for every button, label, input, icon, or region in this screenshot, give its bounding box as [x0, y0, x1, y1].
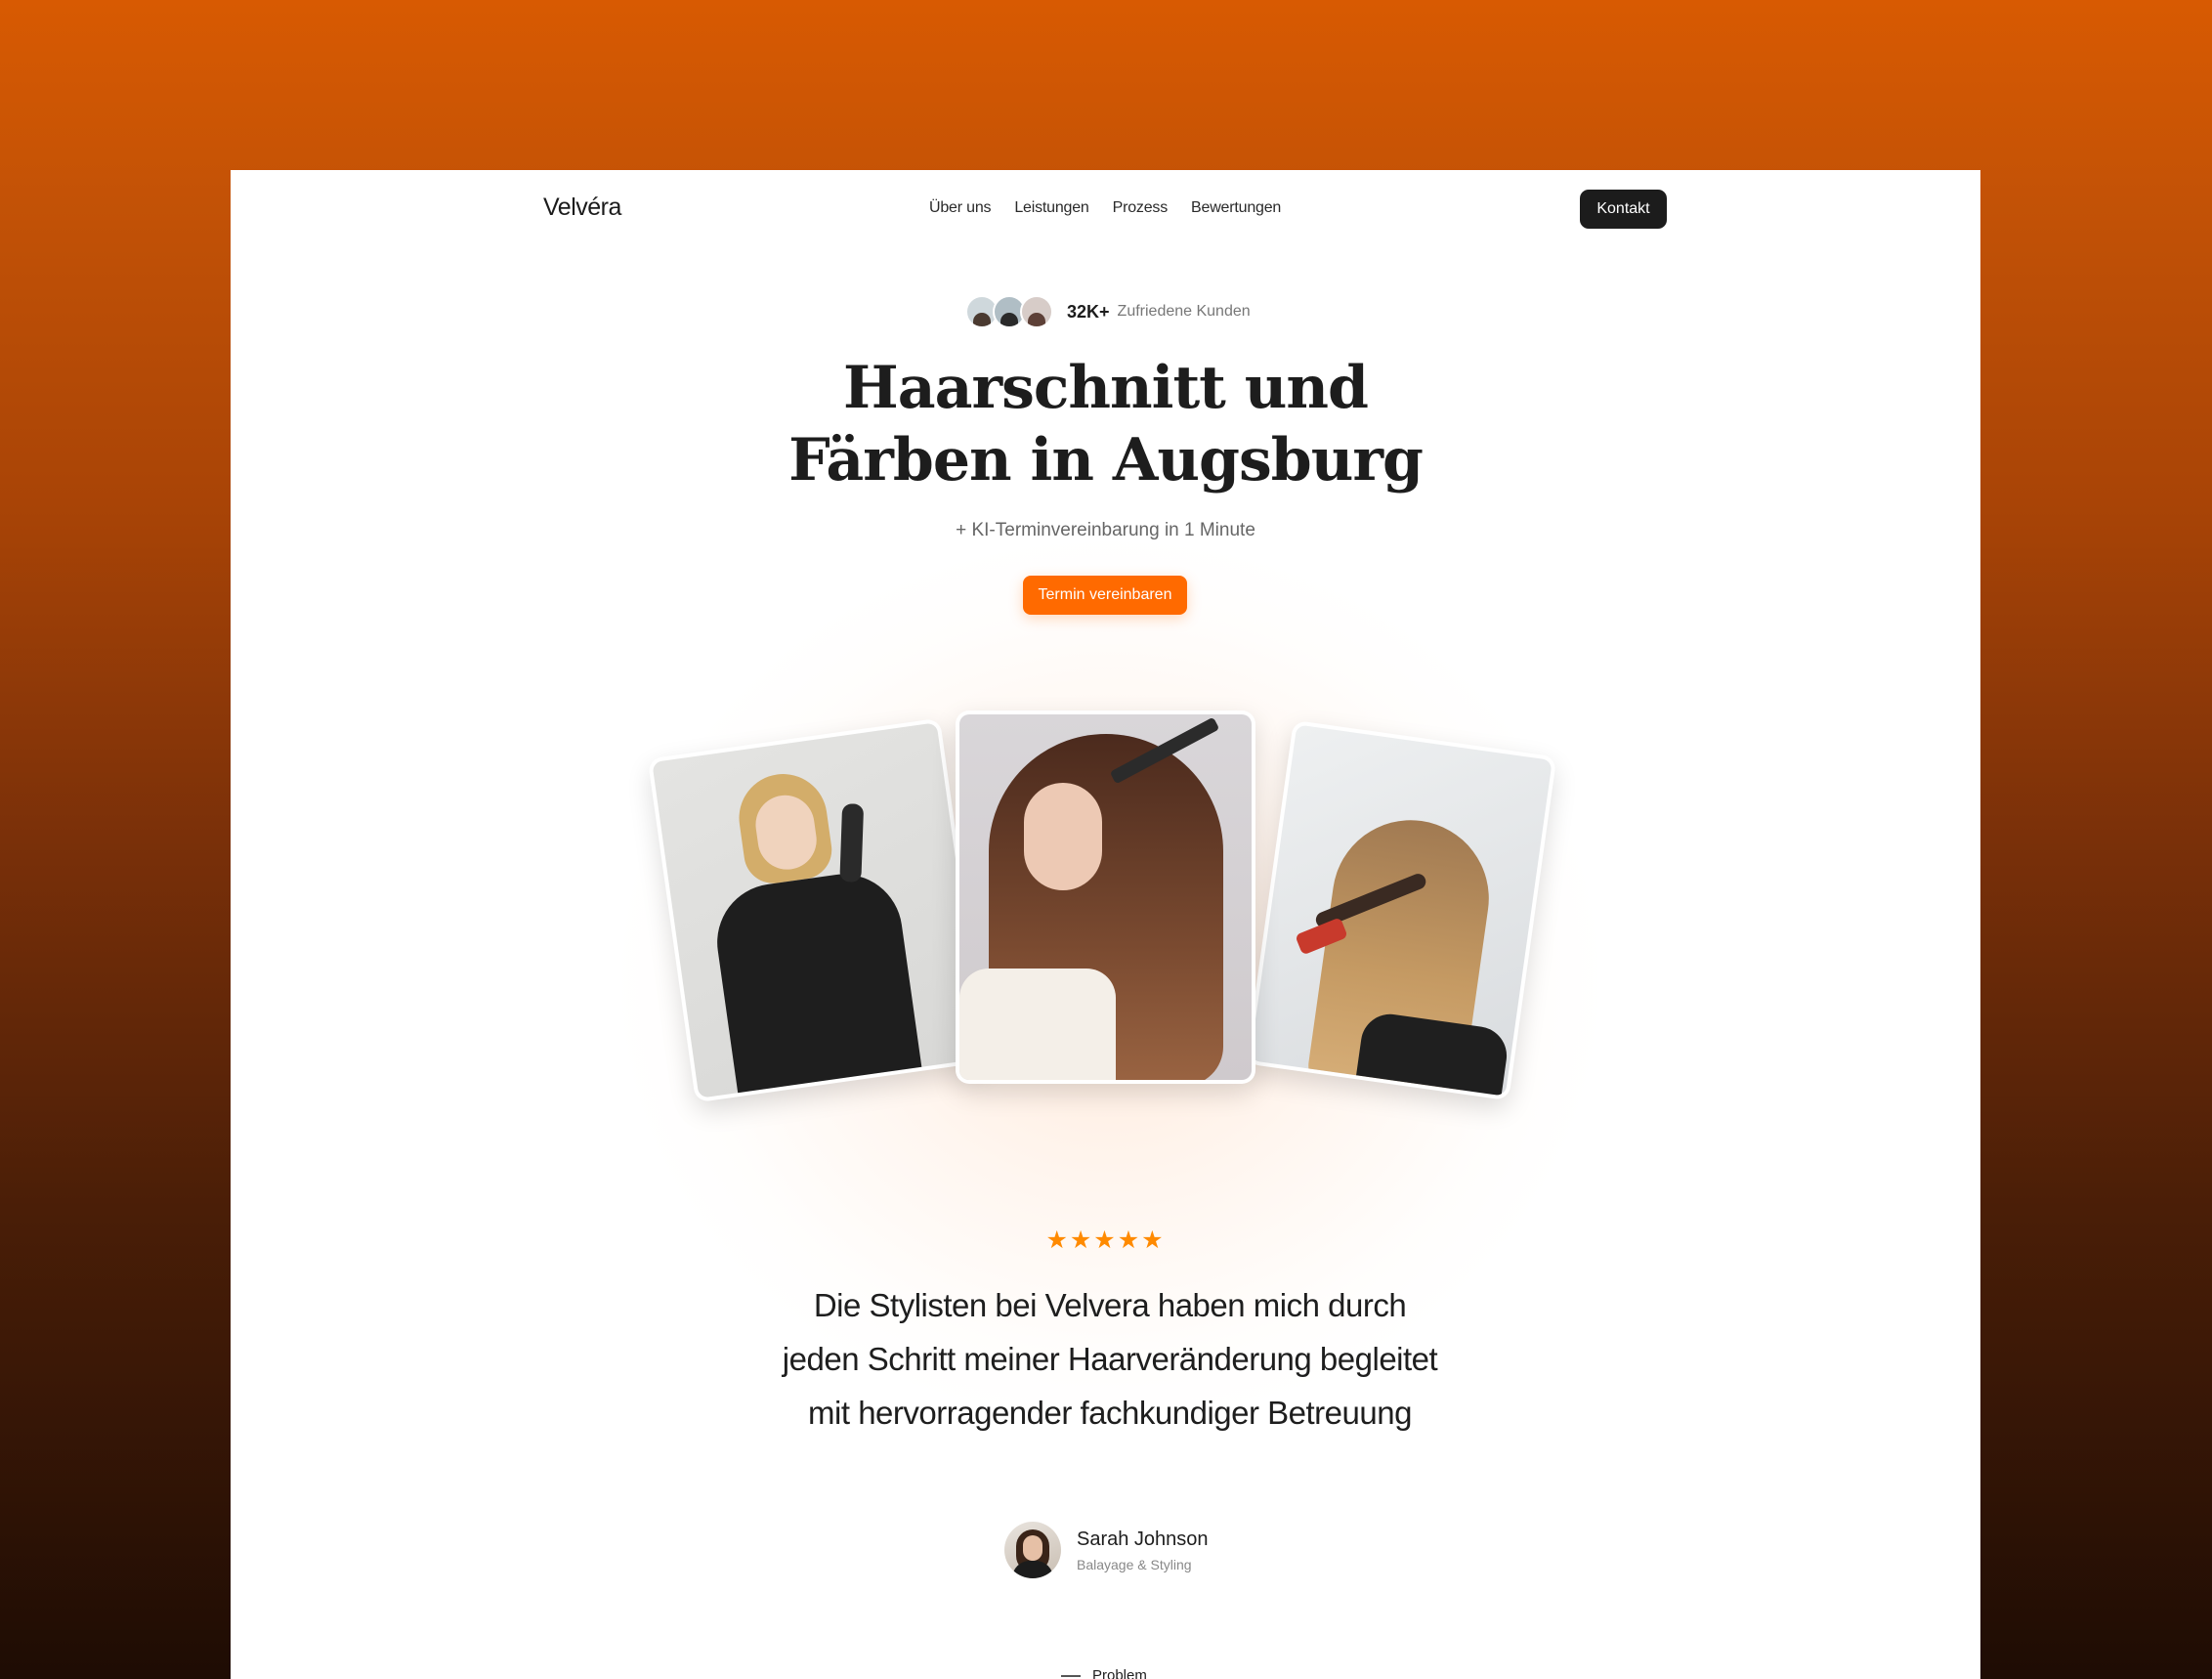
nav-link-prozess[interactable]: Prozess: [1113, 199, 1169, 217]
author-role: Balayage & Styling: [1077, 1556, 1192, 1572]
model-photo: [959, 714, 1252, 1080]
book-appointment-button[interactable]: Termin vereinbaren: [1023, 576, 1187, 615]
rating-stars: ★★★★★: [1045, 1227, 1166, 1254]
brand-logo[interactable]: Velvéra: [543, 194, 621, 222]
hero-subline: + KI-Terminvereinbarung in 1 Minute: [956, 520, 1255, 540]
nav-link-leistungen[interactable]: Leistungen: [1014, 199, 1088, 217]
testimonial-quote: Die Stylisten bei Velvera haben mich dur…: [782, 1287, 1438, 1431]
section-tag-problem: Problem: [1061, 1667, 1147, 1679]
customer-avatar: [1020, 295, 1053, 328]
nav-link-bewertungen[interactable]: Bewertungen: [1191, 199, 1281, 217]
headline-line-2: Färben in Augsburg: [788, 426, 1424, 495]
author-name: Sarah Johnson: [1077, 1528, 1209, 1550]
section-tag-label: Problem: [1092, 1667, 1147, 1679]
headline-line-1: Haarschnitt und: [843, 354, 1369, 422]
tag-divider: [1061, 1674, 1081, 1677]
top-nav: Velvéra Über uns Leistungen Prozess Bewe…: [231, 170, 1980, 248]
customer-count: 32K+: [1067, 301, 1110, 322]
avatar: [1004, 1522, 1061, 1578]
landing-page: Velvéra Über uns Leistungen Prozess Bewe…: [231, 170, 1980, 1679]
hero-headline: Haarschnitt und Färben in Augsburg: [231, 352, 1980, 496]
author-meta: Sarah Johnson Balayage & Styling: [1077, 1528, 1209, 1572]
stylist-photo: [652, 722, 984, 1098]
nav-link-ueber-uns[interactable]: Über uns: [929, 199, 992, 217]
photo-card-stylist: [647, 717, 989, 1103]
social-proof: 32K+ Zufriedene Kunden: [965, 295, 1251, 328]
photo-card-curling: [1245, 719, 1557, 1101]
photo-card-model: [956, 710, 1255, 1084]
contact-button[interactable]: Kontakt: [1580, 190, 1667, 229]
testimonial-author: Sarah Johnson Balayage & Styling: [1004, 1522, 1209, 1578]
customer-label: Zufriedene Kunden: [1117, 303, 1251, 320]
nav-menu: Über uns Leistungen Prozess Bewertungen: [929, 199, 1281, 217]
curling-photo: [1250, 724, 1553, 1097]
